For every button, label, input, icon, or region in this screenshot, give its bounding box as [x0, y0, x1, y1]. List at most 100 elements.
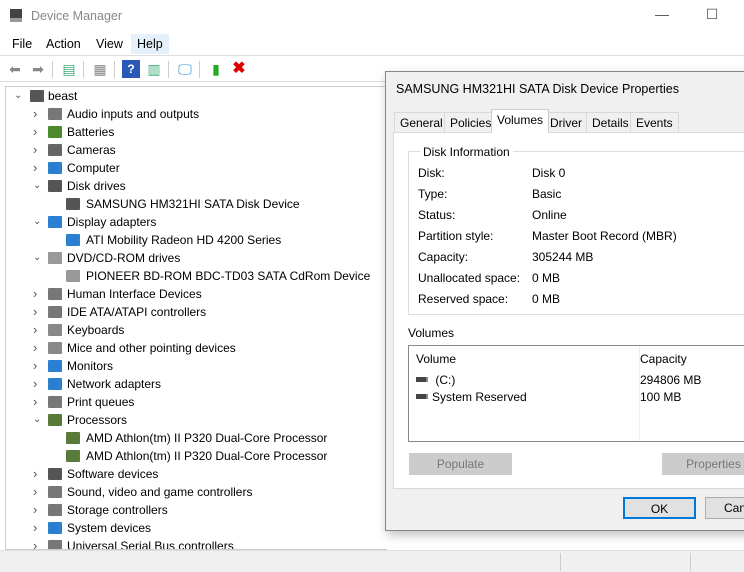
- tab-events[interactable]: Events: [630, 112, 679, 132]
- tree-category[interactable]: › Batteries: [6, 123, 386, 141]
- action-pane-icon[interactable]: ▥: [145, 60, 163, 78]
- show-hide-console-tree-icon[interactable]: ▤: [60, 60, 78, 78]
- tree-root[interactable]: ⌄ beast: [6, 87, 386, 105]
- chevron-right-icon[interactable]: ›: [33, 483, 43, 501]
- tree-category[interactable]: › Monitors: [6, 357, 386, 375]
- tree-category[interactable]: › Keyboards: [6, 321, 386, 339]
- help-icon[interactable]: ?: [122, 60, 140, 78]
- scan-hardware-icon[interactable]: 🖵: [176, 60, 194, 78]
- maximize-button[interactable]: ☐: [697, 6, 727, 26]
- chevron-right-icon[interactable]: ›: [33, 123, 43, 141]
- tree-device[interactable]: ATI Mobility Radeon HD 4200 Series: [6, 231, 386, 249]
- tab-details[interactable]: Details: [586, 112, 635, 132]
- volume-icon: [416, 377, 428, 382]
- chevron-right-icon[interactable]: ›: [33, 285, 43, 303]
- chevron-right-icon[interactable]: ›: [33, 339, 43, 357]
- tree-device[interactable]: AMD Athlon(tm) II P320 Dual-Core Process…: [6, 447, 386, 465]
- menu-bar: File Action View Help: [0, 32, 744, 54]
- tree-device[interactable]: SAMSUNG HM321HI SATA Disk Device: [6, 195, 386, 213]
- device-icon: [66, 198, 80, 210]
- tree-category[interactable]: › Human Interface Devices: [6, 285, 386, 303]
- device-tree[interactable]: ⌄ beast › Audio inputs and outputs › Batter…: [5, 86, 387, 550]
- title-bar: Device Manager — ☐: [0, 0, 744, 32]
- tree-label: Universal Serial Bus controllers: [67, 539, 234, 550]
- column-volume[interactable]: Volume: [416, 352, 456, 366]
- tree-device[interactable]: PIONEER BD-ROM BDC-TD03 SATA CdRom Devic…: [6, 267, 386, 285]
- tree-category[interactable]: › Audio inputs and outputs: [6, 105, 386, 123]
- tab-general[interactable]: General: [394, 112, 449, 132]
- tree-category[interactable]: › Mice and other pointing devices: [6, 339, 386, 357]
- tree-category[interactable]: ⌄ Disk drives: [6, 177, 386, 195]
- volume-name[interactable]: System Reserved: [432, 390, 527, 404]
- tree-label: IDE ATA/ATAPI controllers: [67, 305, 207, 319]
- tree-category[interactable]: ⌄ Processors: [6, 411, 386, 429]
- device-icon: [48, 378, 62, 390]
- disk-info-label: Disk:: [418, 166, 445, 180]
- properties-button[interactable]: Properties: [662, 453, 744, 475]
- tab-volumes[interactable]: Volumes: [491, 109, 550, 133]
- device-icon: [48, 522, 62, 534]
- chevron-down-icon[interactable]: ⌄: [33, 411, 43, 429]
- tree-label: Software devices: [67, 467, 159, 481]
- tree-category[interactable]: › Network adapters: [6, 375, 386, 393]
- chevron-right-icon[interactable]: ›: [33, 501, 43, 519]
- computer-icon: [30, 90, 44, 102]
- chevron-right-icon[interactable]: ›: [33, 303, 43, 321]
- tree-label: Disk drives: [67, 179, 126, 193]
- tree-category[interactable]: › Software devices: [6, 465, 386, 483]
- chevron-right-icon[interactable]: ›: [33, 141, 43, 159]
- tree-category[interactable]: › Cameras: [6, 141, 386, 159]
- cancel-button[interactable]: Cancel: [705, 497, 744, 519]
- tree-category[interactable]: › Universal Serial Bus controllers: [6, 537, 386, 550]
- menu-action[interactable]: Action: [40, 34, 87, 54]
- uninstall-icon[interactable]: ✖: [230, 60, 248, 78]
- disk-info-value: Master Boot Record (MBR): [532, 229, 677, 243]
- tree-category[interactable]: ⌄ DVD/CD-ROM drives: [6, 249, 386, 267]
- chevron-right-icon[interactable]: ›: [33, 357, 43, 375]
- chevron-right-icon[interactable]: ›: [33, 537, 43, 549]
- tree-category[interactable]: › Storage controllers: [6, 501, 386, 519]
- chevron-right-icon[interactable]: ›: [33, 519, 43, 537]
- chevron-right-icon[interactable]: ›: [33, 375, 43, 393]
- volume-name[interactable]: (C:): [432, 373, 455, 387]
- chevron-right-icon[interactable]: ›: [33, 159, 43, 177]
- update-driver-icon[interactable]: ▮: [207, 60, 225, 78]
- device-icon: [48, 414, 62, 426]
- ok-button[interactable]: OK: [623, 497, 696, 519]
- disk-info-value: 305244 MB: [532, 250, 594, 264]
- tree-label: Human Interface Devices: [67, 287, 202, 301]
- properties-icon[interactable]: ▦: [91, 60, 109, 78]
- chevron-down-icon[interactable]: ⌄: [33, 213, 43, 231]
- tree-category[interactable]: › System devices: [6, 519, 386, 537]
- chevron-down-icon[interactable]: ⌄: [33, 177, 43, 195]
- volumes-list[interactable]: Volume Capacity (C:) 294806 MB System Rese…: [408, 345, 744, 442]
- column-capacity[interactable]: Capacity: [640, 352, 687, 366]
- chevron-right-icon[interactable]: ›: [33, 465, 43, 483]
- tree-category[interactable]: ⌄ Display adapters: [6, 213, 386, 231]
- chevron-down-icon[interactable]: ⌄: [33, 249, 43, 267]
- populate-button[interactable]: Populate: [409, 453, 512, 475]
- disk-info-value: Online: [532, 208, 567, 222]
- tab-policies[interactable]: Policies: [444, 112, 498, 132]
- chevron-right-icon[interactable]: ›: [33, 321, 43, 339]
- chevron-right-icon[interactable]: ›: [33, 105, 43, 123]
- menu-view[interactable]: View: [90, 34, 129, 54]
- tab-driver[interactable]: Driver: [544, 112, 588, 132]
- device-icon: [48, 306, 62, 318]
- tree-device[interactable]: AMD Athlon(tm) II P320 Dual-Core Process…: [6, 429, 386, 447]
- menu-file[interactable]: File: [6, 34, 38, 54]
- chevron-down-icon[interactable]: ⌄: [14, 87, 24, 105]
- menu-help[interactable]: Help: [131, 34, 169, 54]
- tree-category[interactable]: › Sound, video and game controllers: [6, 483, 386, 501]
- chevron-right-icon[interactable]: ›: [33, 393, 43, 411]
- tree-label: Keyboards: [67, 323, 125, 337]
- disk-info-label: Partition style:: [418, 229, 494, 243]
- device-icon: [48, 252, 62, 264]
- disk-info-label: Type:: [418, 187, 448, 201]
- tree-category[interactable]: › Print queues: [6, 393, 386, 411]
- forward-icon[interactable]: ➡: [29, 60, 47, 78]
- tree-category[interactable]: › Computer: [6, 159, 386, 177]
- back-icon[interactable]: ⬅: [6, 60, 24, 78]
- minimize-button[interactable]: —: [647, 6, 677, 26]
- tree-category[interactable]: › IDE ATA/ATAPI controllers: [6, 303, 386, 321]
